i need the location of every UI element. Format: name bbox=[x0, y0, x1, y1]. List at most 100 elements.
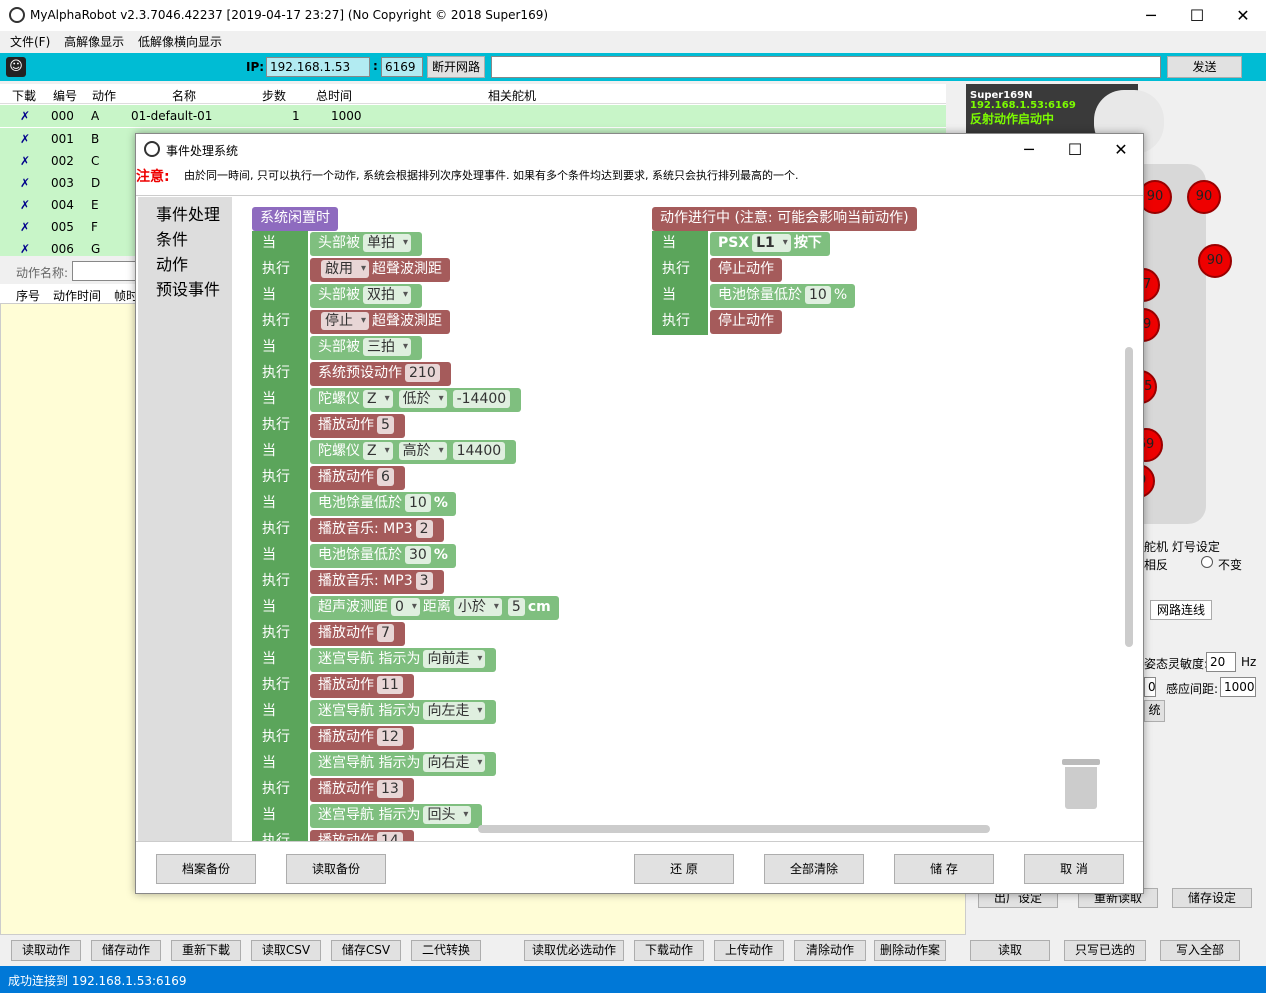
condition-dropdown[interactable]: 三拍 bbox=[363, 338, 411, 356]
delete-action-button[interactable]: 删除动作案 bbox=[874, 940, 946, 961]
minimize-button[interactable]: ─ bbox=[1128, 0, 1174, 31]
action-value[interactable]: 2 bbox=[415, 520, 433, 538]
condition-block[interactable]: 陀螺仪Z 低於 -14400 bbox=[310, 388, 522, 412]
convert-button[interactable]: 二代转换 bbox=[411, 940, 481, 961]
backup-button[interactable]: 档案备份 bbox=[156, 854, 256, 884]
upload-action-button[interactable]: 上传动作 bbox=[714, 940, 784, 961]
action-value[interactable]: 14 bbox=[377, 832, 403, 841]
action-value[interactable]: 6 bbox=[377, 468, 394, 486]
table-row[interactable]: ✗ 000 A 01-default-01 1 1000 bbox=[0, 105, 946, 127]
dialog-close-button[interactable]: ✕ bbox=[1098, 134, 1144, 165]
category-events[interactable]: 事件处理 bbox=[156, 201, 220, 225]
download-mark[interactable]: ✗ bbox=[20, 242, 30, 256]
redownload-button[interactable]: 重新下載 bbox=[171, 940, 241, 961]
range-input[interactable]: 1000 bbox=[1220, 677, 1256, 697]
action-value[interactable]: 7 bbox=[377, 624, 394, 642]
action-block[interactable]: 播放动作 5 bbox=[310, 414, 405, 438]
category-actions[interactable]: 动作 bbox=[156, 251, 188, 275]
menu-low-res[interactable]: 低解像横向显示 bbox=[138, 35, 222, 49]
condition-dropdown[interactable]: Z bbox=[363, 442, 393, 460]
action-block[interactable]: 播放音乐: MP3 3 bbox=[310, 570, 444, 594]
condition-block[interactable]: 电池馀量低於 10% bbox=[710, 284, 856, 308]
action-block[interactable]: 播放动作 13 bbox=[310, 778, 414, 802]
action-block[interactable]: 啟用超聲波測距 bbox=[310, 258, 450, 282]
action-value[interactable]: 11 bbox=[377, 676, 403, 694]
comparison-dropdown[interactable]: 高於 bbox=[398, 442, 447, 460]
action-block[interactable]: 播放动作 14 bbox=[310, 830, 414, 841]
clear-action-button[interactable]: 清除动作 bbox=[794, 940, 866, 961]
clear-all-button[interactable]: 全部清除 bbox=[764, 854, 864, 884]
condition-dropdown[interactable]: 0 bbox=[391, 598, 420, 616]
battery-value[interactable]: 10 bbox=[805, 286, 831, 304]
ip-field[interactable]: 192.168.1.53 bbox=[266, 57, 370, 77]
download-mark[interactable]: ✗ bbox=[20, 154, 30, 168]
action-name-input[interactable] bbox=[72, 261, 142, 281]
condition-block[interactable]: 迷宫导航 指示为 向左走 bbox=[310, 700, 497, 724]
read-action-button[interactable]: 读取动作 bbox=[11, 940, 81, 961]
dialog-minimize-button[interactable]: ─ bbox=[1006, 134, 1052, 165]
send-button[interactable]: 发送 bbox=[1167, 56, 1242, 78]
restore-button[interactable]: 还 原 bbox=[634, 854, 734, 884]
condition-dropdown[interactable]: 向右走 bbox=[423, 754, 486, 772]
condition-block[interactable]: 超声波测距0距离小於 5cm bbox=[310, 596, 559, 620]
action-block[interactable]: 播放动作 12 bbox=[310, 726, 414, 750]
action-block[interactable]: 停止超聲波測距 bbox=[310, 310, 450, 334]
action-block[interactable]: 停止动作 bbox=[710, 258, 782, 282]
psx-button-dropdown[interactable]: L1 bbox=[752, 234, 791, 252]
condition-value[interactable]: 14400 bbox=[452, 442, 506, 460]
condition-dropdown[interactable]: 向前走 bbox=[423, 650, 486, 668]
maximize-button[interactable]: ☐ bbox=[1174, 0, 1220, 31]
dialog-maximize-button[interactable]: ☐ bbox=[1052, 134, 1098, 165]
sensitivity-input[interactable]: 20 bbox=[1206, 652, 1236, 672]
action-block[interactable]: 播放动作 6 bbox=[310, 466, 405, 490]
save-settings-button[interactable]: 储存设定 bbox=[1172, 888, 1252, 908]
condition-block[interactable]: 电池馀量低於 30% bbox=[310, 544, 456, 568]
condition-value[interactable]: -14400 bbox=[452, 390, 511, 408]
condition-dropdown[interactable]: 回头 bbox=[423, 806, 472, 824]
port-field[interactable]: 6169 bbox=[381, 57, 423, 77]
menu-file[interactable]: 文件(F) bbox=[10, 35, 50, 49]
condition-block[interactable]: 迷宫导航 指示为 回头 bbox=[310, 804, 483, 828]
action-value[interactable]: 210 bbox=[405, 364, 440, 382]
download-mark[interactable]: ✗ bbox=[20, 109, 30, 123]
small-input[interactable]: 0 bbox=[1144, 677, 1156, 697]
action-block[interactable]: 播放音乐: MP3 2 bbox=[310, 518, 444, 542]
read-csv-button[interactable]: 读取CSV bbox=[251, 940, 321, 961]
category-presets[interactable]: 预设事件 bbox=[156, 276, 220, 300]
disconnect-button[interactable]: 断开网路 bbox=[427, 56, 485, 78]
condition-dropdown[interactable]: 双拍 bbox=[363, 286, 411, 304]
action-dropdown[interactable]: 啟用 bbox=[321, 260, 369, 278]
calibrate-button[interactable]: 统 bbox=[1144, 700, 1165, 722]
condition-block[interactable]: PSXL1按下 bbox=[710, 232, 830, 256]
save-button[interactable]: 储 存 bbox=[894, 854, 994, 884]
menu-high-res[interactable]: 高解像显示 bbox=[64, 35, 124, 49]
condition-dropdown[interactable]: Z bbox=[363, 390, 393, 408]
download-mark[interactable]: ✗ bbox=[20, 220, 30, 234]
action-value[interactable]: 12 bbox=[377, 728, 403, 746]
cancel-button[interactable]: 取 消 bbox=[1024, 854, 1124, 884]
download-mark[interactable]: ✗ bbox=[20, 176, 30, 190]
save-csv-button[interactable]: 储存CSV bbox=[331, 940, 401, 961]
action-block[interactable]: 系统预设动作 210 bbox=[310, 362, 451, 386]
servo-marker[interactable]: 90 bbox=[1198, 244, 1232, 278]
trash-icon[interactable] bbox=[1062, 759, 1100, 809]
comparison-dropdown[interactable]: 低於 bbox=[398, 390, 447, 408]
condition-block[interactable]: 迷宫导航 指示为 向右走 bbox=[310, 752, 497, 776]
write-selected-button[interactable]: 只写已选的 bbox=[1064, 940, 1146, 961]
condition-block[interactable]: 头部被 单拍 bbox=[310, 232, 422, 256]
vertical-scrollbar[interactable] bbox=[1125, 347, 1133, 647]
idle-event-block[interactable]: 系统闲置时 bbox=[252, 207, 338, 231]
action-block[interactable]: 播放动作 11 bbox=[310, 674, 414, 698]
download-mark[interactable]: ✗ bbox=[20, 198, 30, 212]
download-action-button[interactable]: 下载动作 bbox=[634, 940, 704, 961]
unchanged-radio[interactable] bbox=[1201, 556, 1213, 568]
action-value[interactable]: 5 bbox=[377, 416, 394, 434]
action-block[interactable]: 播放动作 7 bbox=[310, 622, 405, 646]
condition-block[interactable]: 陀螺仪Z 高於 14400 bbox=[310, 440, 517, 464]
tab-network[interactable]: 网路连线 bbox=[1150, 600, 1212, 620]
write-all-button[interactable]: 写入全部 bbox=[1160, 940, 1240, 961]
comparison-dropdown[interactable]: 小於 bbox=[453, 598, 502, 616]
command-input[interactable] bbox=[491, 56, 1161, 78]
condition-block[interactable]: 头部被 三拍 bbox=[310, 336, 422, 360]
action-value[interactable]: 3 bbox=[415, 572, 433, 590]
